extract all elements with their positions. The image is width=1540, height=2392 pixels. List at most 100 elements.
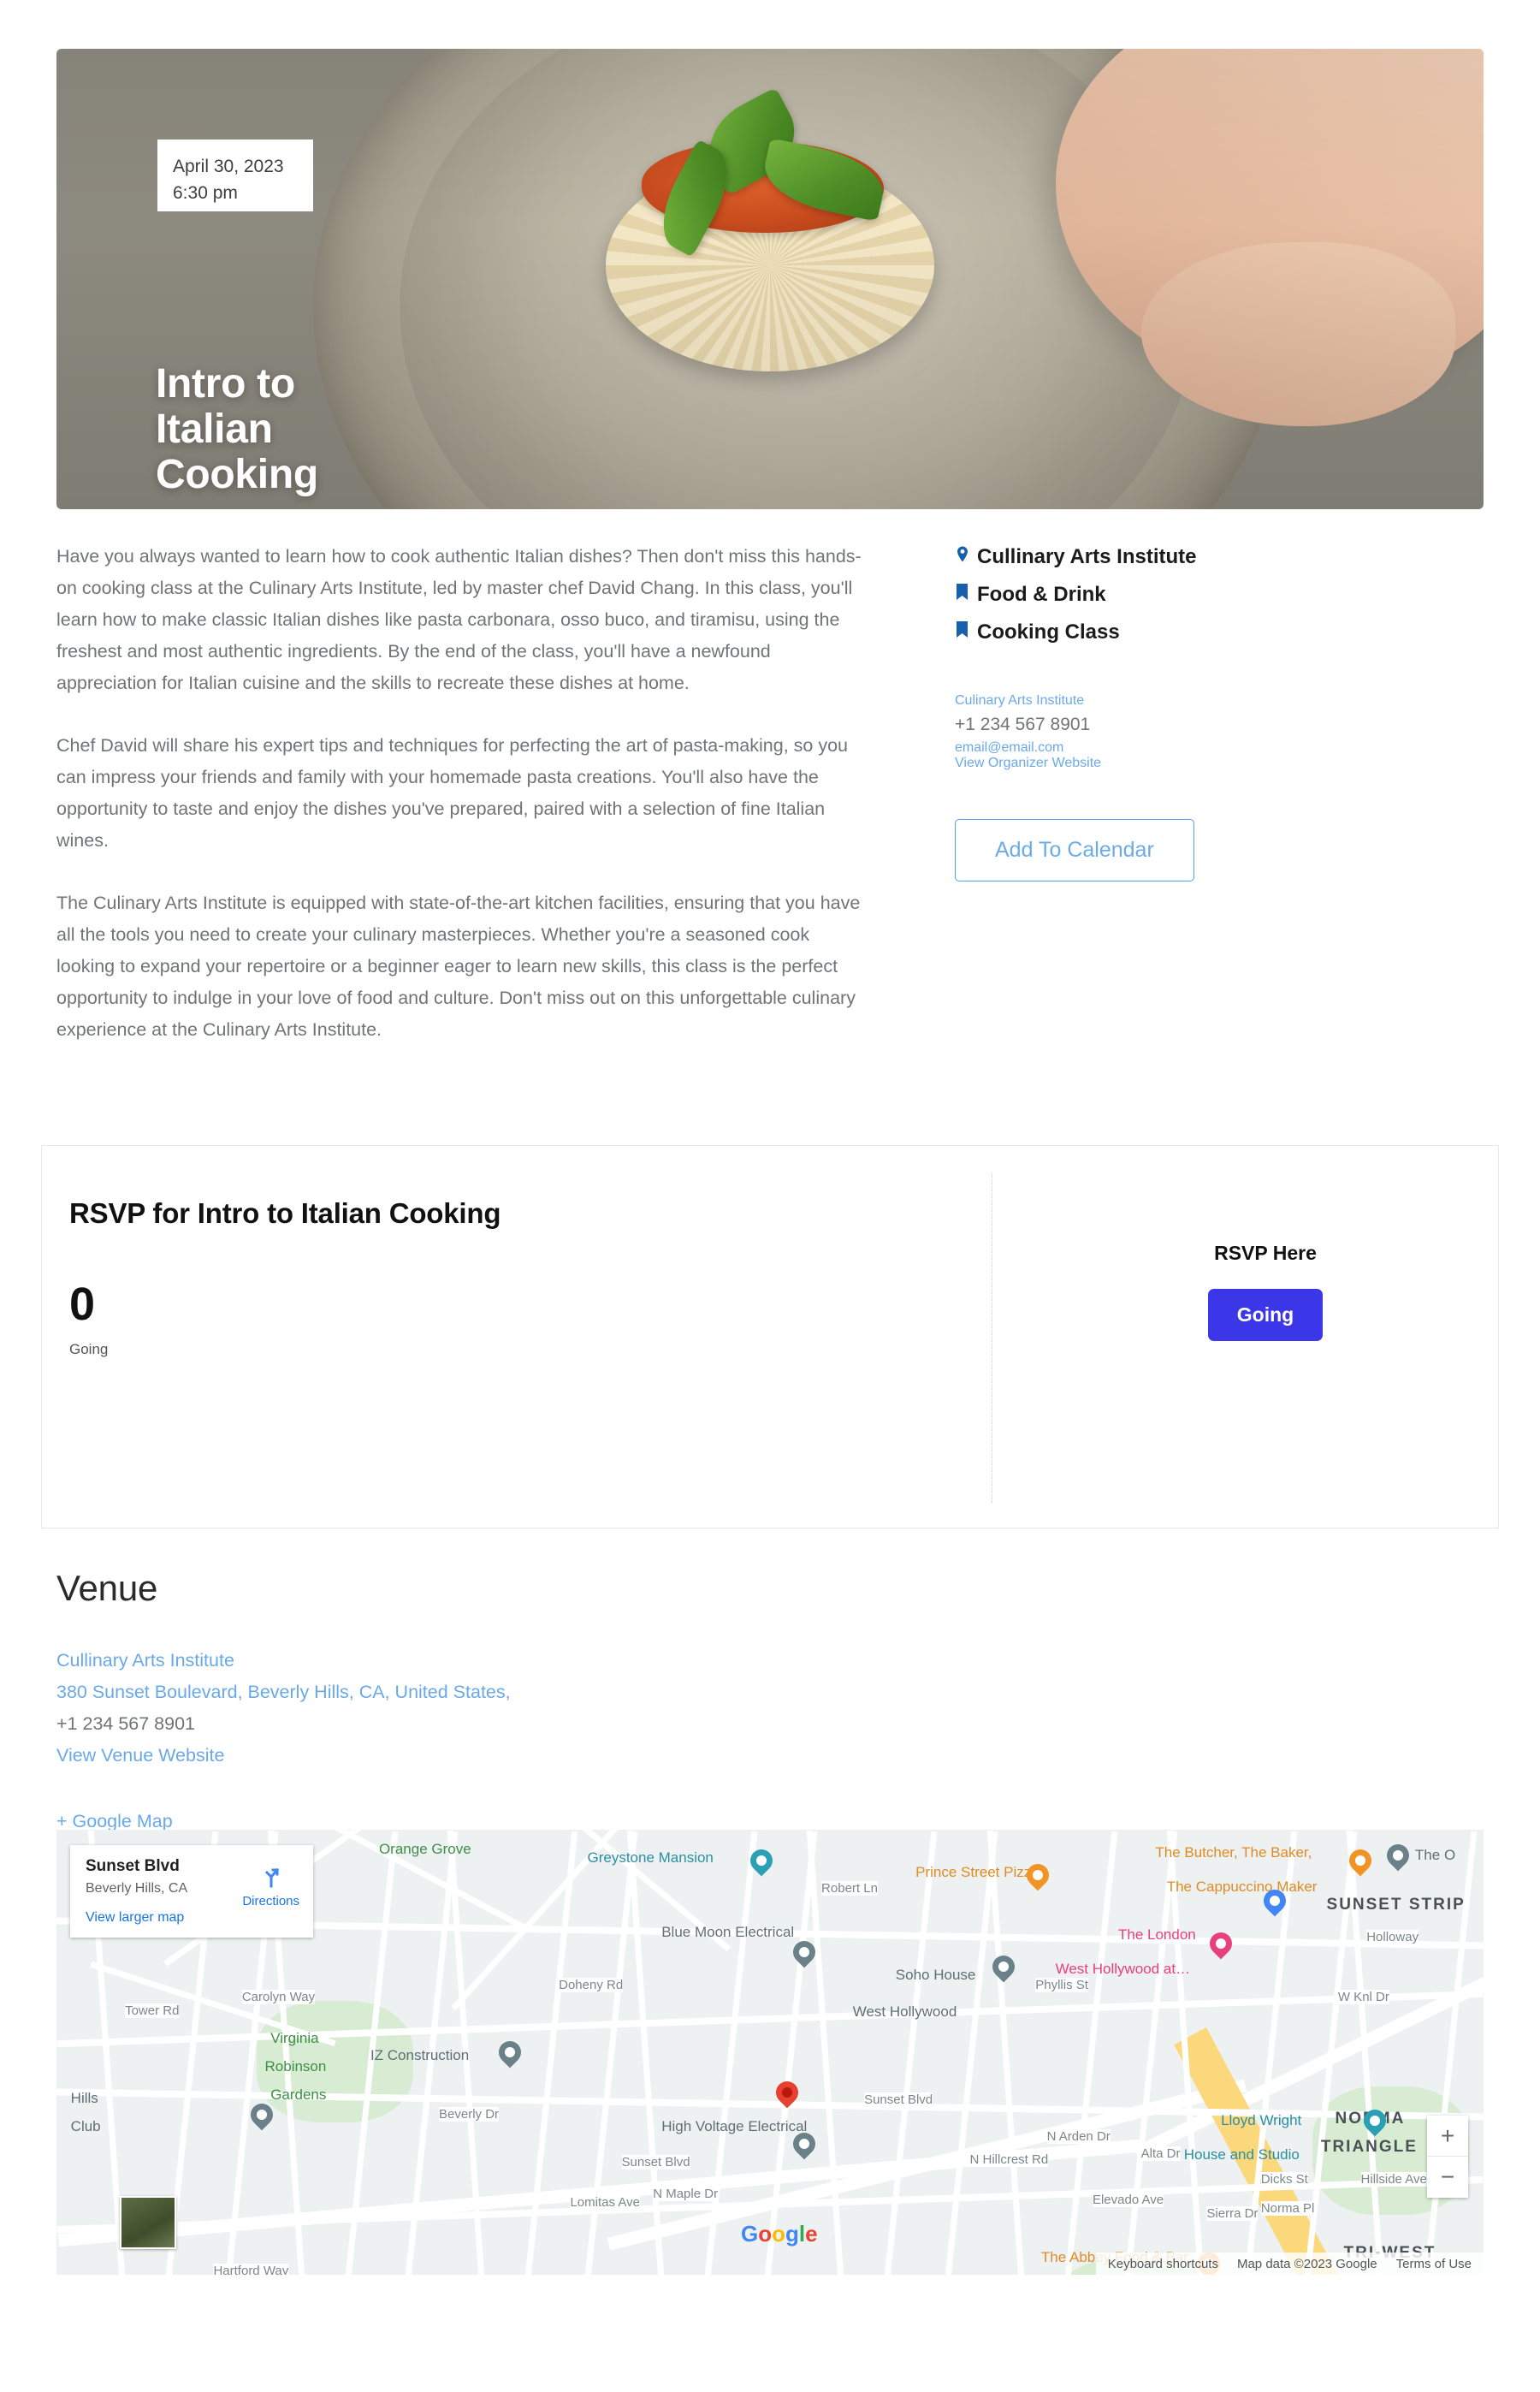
map-label: W Knl Dr: [1337, 1989, 1389, 2004]
title-line-3: Cooking: [156, 452, 318, 497]
rsvp-going-button[interactable]: Going: [1207, 1289, 1324, 1341]
rsvp-panel: RSVP for Intro to Italian Cooking 0 Goin…: [41, 1145, 1499, 1528]
organizer-name-link[interactable]: Culinary Arts Institute: [955, 693, 1485, 709]
description-paragraph-2: Chef David will share his expert tips an…: [56, 735, 848, 851]
map-pin-icon: [955, 541, 977, 566]
map-label: Robinson: [264, 2057, 327, 2074]
map-label: IZ Construction: [370, 2046, 470, 2063]
directions-arrow-icon: [260, 1867, 282, 1891]
map-label: The London: [1117, 1926, 1196, 1944]
map-label: Elevado Ave: [1092, 2192, 1164, 2207]
map-label: West Hollywood at…: [1055, 1961, 1191, 1978]
meta-category-row-2: Cooking Class: [955, 616, 1485, 649]
rsvp-action-area: RSVP Here Going: [1043, 1242, 1488, 1341]
map-marker-pin[interactable]: [771, 2076, 803, 2110]
map-marker-pin[interactable]: [745, 1844, 778, 1879]
map-label: Lomitas Ave: [570, 2195, 640, 2210]
map-label: SUNSET STRIP: [1326, 1895, 1466, 1914]
map-label: Greystone Mansion: [587, 1849, 714, 1867]
map-label: Tower Rd: [125, 2003, 180, 2019]
map-street-view-thumbnail[interactable]: [120, 2196, 176, 2249]
map-zoom-controls[interactable]: + −: [1427, 2116, 1468, 2198]
map-label: Hartford Way: [213, 2264, 289, 2275]
map-label: N Arden Dr: [1046, 2129, 1111, 2145]
meta-category-label-1: Food & Drink: [977, 583, 1106, 606]
map-label: N Maple Dr: [653, 2187, 719, 2201]
map-label: Beverly Dr: [439, 2106, 500, 2122]
map-marker-pin[interactable]: [1382, 1839, 1413, 1873]
directions-label: Directions: [242, 1894, 299, 1908]
map-label: TRIANGLE: [1320, 2138, 1418, 2157]
rsvp-summary: RSVP for Intro to Italian Cooking 0 Goin…: [69, 1197, 951, 1358]
map-label: Phyllis St: [1035, 1978, 1088, 1993]
directions-button[interactable]: Directions: [242, 1866, 299, 1908]
venue-heading: Venue: [56, 1568, 158, 1608]
map-label: Lloyd Wright: [1221, 2112, 1302, 2129]
map-marker-pin[interactable]: [1359, 2104, 1391, 2139]
map-label: N Hillcrest Rd: [969, 2152, 1049, 2167]
page-title: Intro to Italian Cooking: [156, 361, 318, 497]
google-logo: Google: [741, 2221, 818, 2247]
event-hero: April 30, 2023 6:30 pm Intro to Italian …: [56, 49, 1484, 509]
map-label: Gardens: [270, 2086, 327, 2104]
description-paragraph-1: Have you always wanted to learn how to c…: [56, 546, 862, 693]
map-marker-pin[interactable]: [1344, 1844, 1377, 1879]
map-label: Prince Street Pizza: [915, 1864, 1040, 1881]
organizer-website-link[interactable]: View Organizer Website: [955, 756, 1485, 771]
title-line-1: Intro to: [156, 361, 295, 407]
add-to-calendar-button[interactable]: Add To Calendar: [955, 819, 1194, 881]
map-zoom-in-button[interactable]: +: [1427, 2116, 1468, 2157]
map-label: Club: [70, 2117, 101, 2134]
map-label: House and Studio: [1183, 2146, 1300, 2163]
meta-venue-row: Cullinary Arts Institute: [955, 541, 1485, 573]
event-meta-sidebar: Cullinary Arts Institute Food & Drink Co…: [955, 541, 1485, 881]
map-label: High Voltage Electrical: [661, 2117, 808, 2134]
organizer-phone: +1 234 567 8901: [955, 715, 1091, 734]
description-paragraph-3: The Culinary Arts Institute is equipped …: [56, 893, 861, 1040]
map-label: Blue Moon Electrical: [661, 1924, 795, 1941]
event-time: 6:30 pm: [173, 183, 238, 203]
event-date: April 30, 2023: [173, 157, 284, 176]
map-label: Hillside Ave: [1360, 2172, 1427, 2187]
meta-venue-label: Cullinary Arts Institute: [977, 545, 1197, 568]
meta-category-label-2: Cooking Class: [977, 620, 1120, 644]
map-label: Carolyn Way: [241, 1989, 316, 2004]
map-label: Virginia: [270, 2029, 319, 2046]
map-label: The Butcher, The Baker,: [1155, 1843, 1312, 1861]
map-label: Sierra Dr: [1206, 2206, 1259, 2222]
map-marker-pin[interactable]: [246, 2098, 278, 2133]
map-label: The Cappuccino Maker: [1166, 1878, 1318, 1895]
rsvp-here-label: RSVP Here: [1214, 1242, 1317, 1264]
event-page: April 30, 2023 6:30 pm Intro to Italian …: [0, 0, 1540, 2392]
view-larger-map-link[interactable]: View larger map: [86, 1910, 298, 1926]
map-zoom-out-button[interactable]: −: [1427, 2157, 1468, 2198]
organizer-block: Culinary Arts Institute +1 234 567 8901 …: [955, 693, 1485, 771]
map-label: Orange Grove: [378, 1841, 471, 1858]
map-label: Hills: [70, 2089, 98, 2106]
map-label: Holloway: [1366, 1929, 1419, 1944]
map-marker-pin[interactable]: [494, 2036, 526, 2070]
venue-name-link[interactable]: Cullinary Arts Institute: [56, 1645, 1484, 1677]
organizer-email-link[interactable]: email@email.com: [955, 740, 1485, 756]
map-marker-pin[interactable]: [1022, 1859, 1054, 1893]
event-content: Have you always wanted to learn how to c…: [56, 541, 1484, 1077]
venue-phone: +1 234 567 8901: [56, 1713, 196, 1734]
map-label: Soho House: [895, 1967, 976, 1984]
map-label: Dicks St: [1260, 2172, 1308, 2187]
venue-map[interactable]: Orange Grove Greystone Mansion Blue Moon E…: [56, 1830, 1484, 2275]
map-marker-pin[interactable]: [1259, 1885, 1291, 1919]
bookmark-icon: [955, 616, 977, 639]
terms-of-use-link[interactable]: Terms of Use: [1396, 2257, 1472, 2271]
meta-category-row-1: Food & Drink: [955, 579, 1485, 611]
map-marker-pin[interactable]: [788, 1936, 820, 1970]
map-label: Norma Pl: [1260, 2200, 1315, 2216]
map-marker-pin[interactable]: [1205, 1927, 1237, 1962]
keyboard-shortcuts-link[interactable]: Keyboard shortcuts: [1108, 2257, 1218, 2271]
map-marker-pin[interactable]: [788, 2128, 820, 2162]
venue-address-link[interactable]: 380 Sunset Boulevard, Beverly Hills, CA,…: [56, 1677, 1484, 1708]
event-date-badge: April 30, 2023 6:30 pm: [157, 139, 313, 211]
map-marker-pin[interactable]: [987, 1950, 1020, 1985]
map-label: The O: [1414, 1847, 1456, 1864]
venue-website-link[interactable]: View Venue Website: [56, 1740, 1484, 1772]
rsvp-going-count-label: Going: [69, 1341, 109, 1357]
